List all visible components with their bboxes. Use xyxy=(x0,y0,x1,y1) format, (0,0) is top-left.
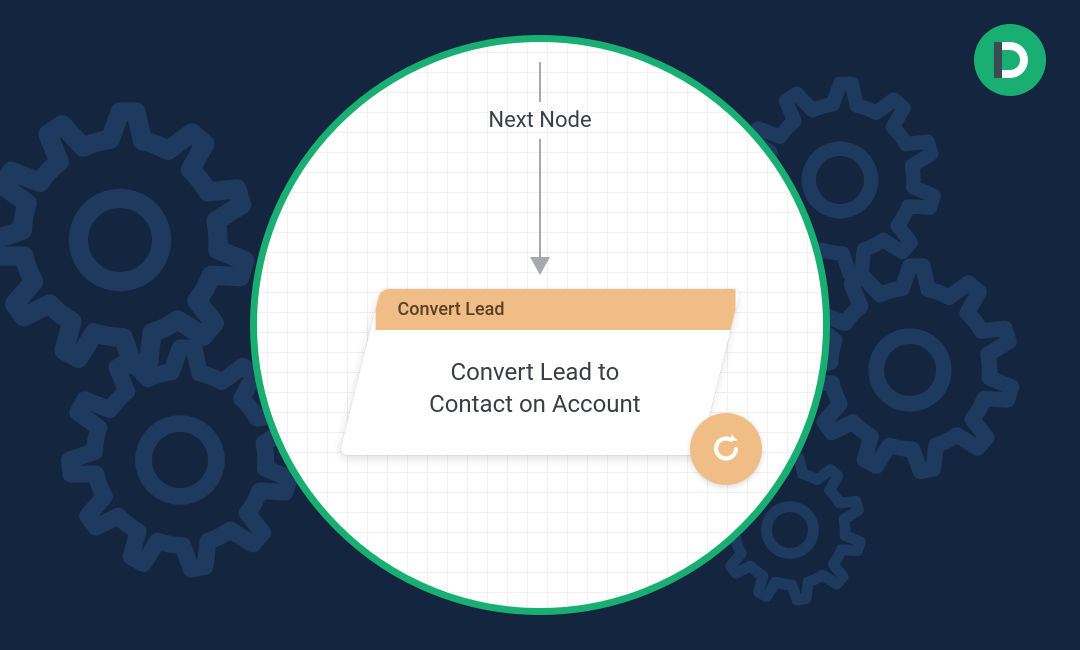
flow-node[interactable]: Convert Lead Convert Lead to Contact on … xyxy=(360,289,720,455)
brand-logo xyxy=(974,24,1046,96)
refresh-icon[interactable] xyxy=(690,413,762,485)
flow-connector: Next Node xyxy=(488,62,591,275)
connector-label: Next Node xyxy=(488,108,591,133)
node-body-line: Contact on Account xyxy=(429,390,641,418)
node-body: Convert Lead to Contact on Account xyxy=(355,330,715,455)
flow-canvas-circle: Next Node Convert Lead Convert Lead to C… xyxy=(250,35,830,615)
node-header: Convert Lead xyxy=(376,289,736,330)
arrow-down-icon xyxy=(530,257,550,275)
node-body-line: Convert Lead to xyxy=(450,358,619,386)
